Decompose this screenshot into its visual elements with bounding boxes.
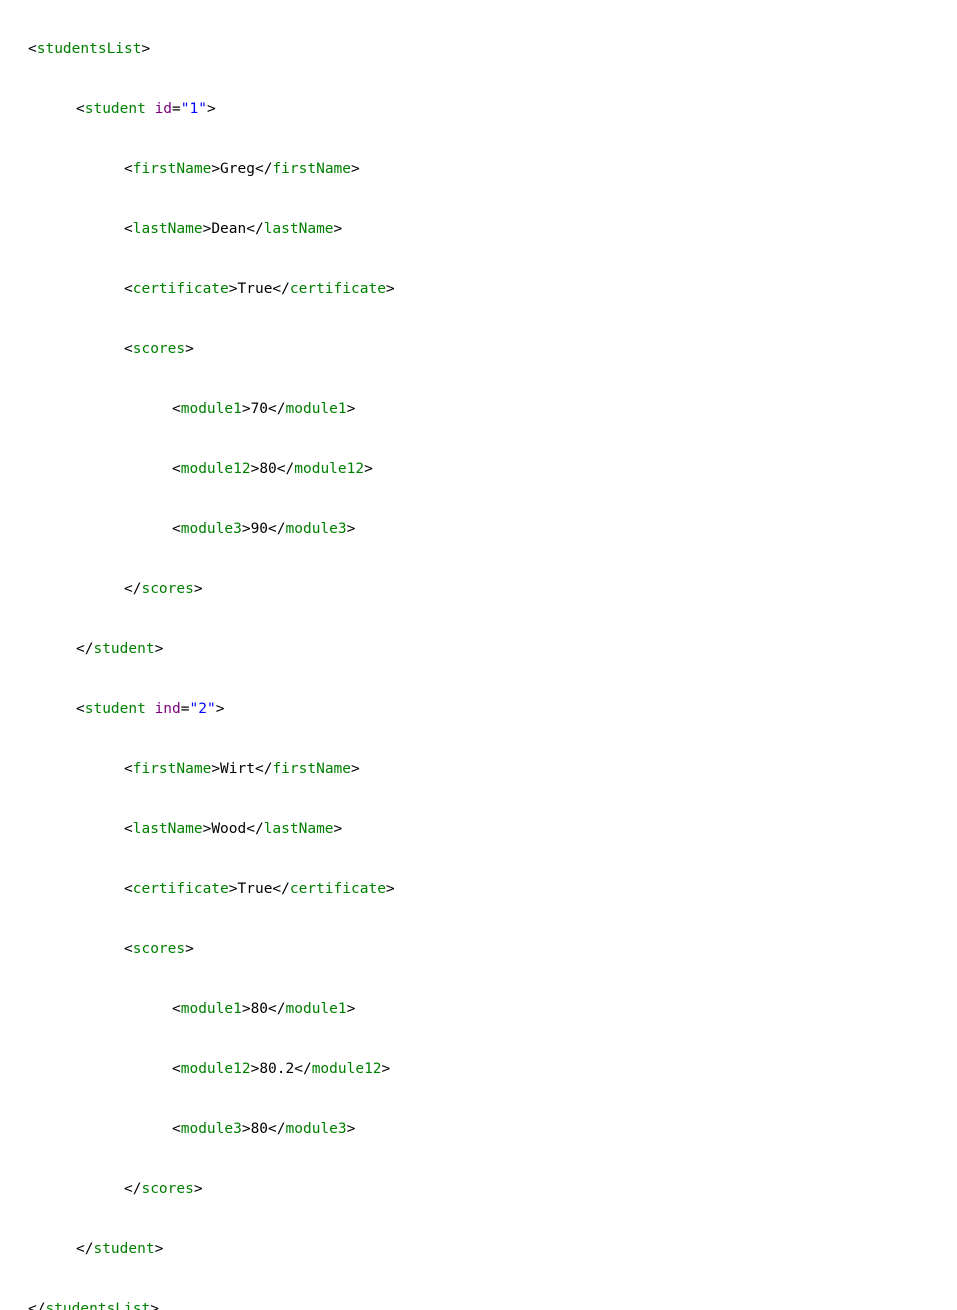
tag-name: student bbox=[85, 101, 146, 117]
tag-name: studentsList bbox=[37, 41, 142, 57]
code-line: <firstName>Wirt</firstName> bbox=[0, 754, 957, 784]
code-line: <firstName>Greg</firstName> bbox=[0, 154, 957, 184]
text-content: Wood bbox=[211, 821, 246, 837]
tag-name: module1 bbox=[286, 401, 347, 417]
tag-name: lastName bbox=[264, 821, 334, 837]
tag-name: module1 bbox=[286, 1001, 347, 1017]
code-line: <module12>80.2</module12> bbox=[0, 1054, 957, 1084]
code-line: <student id="1"> bbox=[0, 94, 957, 124]
code-line: </scores> bbox=[0, 574, 957, 604]
code-line: <module1>70</module1> bbox=[0, 394, 957, 424]
tag-name: student bbox=[85, 701, 146, 717]
text-content: 80.2 bbox=[259, 1061, 294, 1077]
tag-name: module12 bbox=[181, 1061, 251, 1077]
attr-value: "1" bbox=[181, 101, 207, 117]
tag-name: lastName bbox=[133, 221, 203, 237]
tag-name: module1 bbox=[181, 1001, 242, 1017]
tag-name: firstName bbox=[133, 761, 212, 777]
tag-name: certificate bbox=[133, 281, 229, 297]
tag-name: scores bbox=[141, 581, 193, 597]
code-line: <module1>80</module1> bbox=[0, 994, 957, 1024]
tag-name: student bbox=[93, 1241, 154, 1257]
code-line: <scores> bbox=[0, 334, 957, 364]
tag-name: module12 bbox=[181, 461, 251, 477]
text-content: 80 bbox=[251, 1121, 268, 1137]
code-line: <studentsList> bbox=[0, 34, 957, 64]
tag-name: scores bbox=[133, 341, 185, 357]
code-line: <module3>90</module3> bbox=[0, 514, 957, 544]
tag-name: module1 bbox=[181, 401, 242, 417]
code-line: </studentsList> bbox=[0, 1294, 957, 1310]
tag-name: firstName bbox=[272, 161, 351, 177]
tag-name: module3 bbox=[286, 521, 347, 537]
tag-name: module12 bbox=[312, 1061, 382, 1077]
code-line: </student> bbox=[0, 1234, 957, 1264]
tag-name: certificate bbox=[290, 881, 386, 897]
attr-value: "2" bbox=[190, 701, 216, 717]
tag-name: lastName bbox=[133, 821, 203, 837]
text-content: Wirt bbox=[220, 761, 255, 777]
text-content: 70 bbox=[251, 401, 268, 417]
code-line: <module3>80</module3> bbox=[0, 1114, 957, 1144]
tag-name: module12 bbox=[294, 461, 364, 477]
tag-name: firstName bbox=[133, 161, 212, 177]
text-content: Greg bbox=[220, 161, 255, 177]
text-content: 90 bbox=[251, 521, 268, 537]
tag-name: scores bbox=[133, 941, 185, 957]
code-line: <certificate>True</certificate> bbox=[0, 274, 957, 304]
code-line: <lastName>Dean</lastName> bbox=[0, 214, 957, 244]
tag-name: certificate bbox=[290, 281, 386, 297]
code-line: <certificate>True</certificate> bbox=[0, 874, 957, 904]
code-line: <module12>80</module12> bbox=[0, 454, 957, 484]
attr-name: id bbox=[155, 101, 172, 117]
attr-name: ind bbox=[155, 701, 181, 717]
text-content: Dean bbox=[211, 221, 246, 237]
xml-code-block: <studentsList> <student id="1"> <firstNa… bbox=[0, 4, 957, 1310]
code-line: </scores> bbox=[0, 1174, 957, 1204]
text-content: True bbox=[238, 881, 273, 897]
tag-name: lastName bbox=[264, 221, 334, 237]
tag-name: studentsList bbox=[45, 1301, 150, 1310]
text-content: 80 bbox=[259, 461, 276, 477]
code-line: <scores> bbox=[0, 934, 957, 964]
code-line: <lastName>Wood</lastName> bbox=[0, 814, 957, 844]
tag-name: module3 bbox=[286, 1121, 347, 1137]
tag-name: module3 bbox=[181, 521, 242, 537]
text-content: True bbox=[238, 281, 273, 297]
tag-name: scores bbox=[141, 1181, 193, 1197]
text-content: 80 bbox=[251, 1001, 268, 1017]
tag-name: firstName bbox=[272, 761, 351, 777]
tag-name: certificate bbox=[133, 881, 229, 897]
tag-name: module3 bbox=[181, 1121, 242, 1137]
code-line: </student> bbox=[0, 634, 957, 664]
code-line: <student ind="2"> bbox=[0, 694, 957, 724]
